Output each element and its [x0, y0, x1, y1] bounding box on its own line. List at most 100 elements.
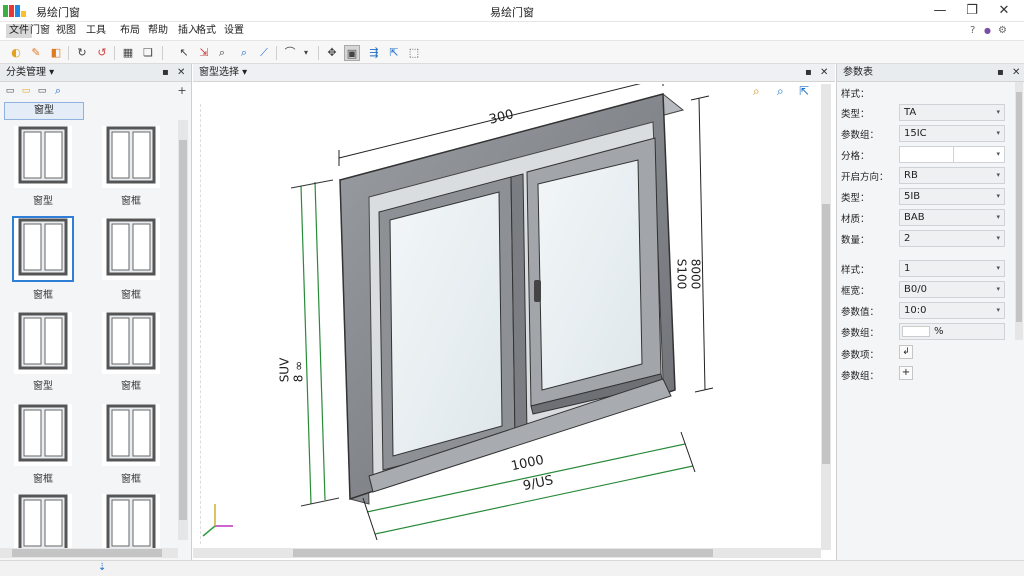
menu-format[interactable]: 设置 — [224, 24, 244, 38]
panel-close-icon[interactable]: ✕ — [177, 64, 185, 82]
parameter-panel: 参数表 ▪ ✕ 样式： 类型： TA ▾ 参数组： 15IC ▾ 分格： ▾ 开启方… — [836, 64, 1024, 560]
param-return-button[interactable]: ↲ — [899, 345, 913, 359]
param-label: 参数组： — [841, 130, 880, 141]
settings-icon[interactable]: ⚙ — [998, 24, 1007, 38]
panel-close-icon[interactable]: ✕ — [1012, 64, 1020, 82]
menu-layout[interactable]: 帮助 — [148, 24, 168, 38]
window-thumb[interactable] — [14, 404, 72, 466]
select-icon[interactable]: ⇲ — [196, 45, 212, 61]
param-label: 材质： — [841, 214, 870, 225]
help-icon[interactable]: ? — [970, 24, 975, 38]
pin-icon[interactable]: ▪ — [162, 64, 169, 82]
thumb-label: 窗框 — [121, 474, 141, 485]
measure-alt-icon[interactable]: ⇱ — [386, 45, 402, 61]
arc-icon[interactable]: ⌒ — [282, 45, 298, 61]
menu-doorwindow[interactable]: 视图 — [56, 24, 76, 38]
param-type-select[interactable]: TA ▾ — [899, 104, 1005, 121]
window-thumb[interactable] — [102, 312, 160, 374]
minimize-button[interactable]: — — [929, 2, 951, 20]
close-button[interactable]: ✕ — [993, 2, 1015, 20]
category-toolbar: ▭ ▭ ▭ ⌕ + — [0, 82, 192, 100]
export-icon[interactable]: ⬚ — [406, 45, 422, 61]
param-label: 框宽： — [841, 286, 870, 297]
dropdown-arrow-icon[interactable]: ▾ — [298, 45, 314, 61]
window-thumb[interactable] — [14, 312, 72, 374]
window-title: 易绘门窗 — [490, 6, 534, 19]
param-label: 参数组： — [841, 328, 880, 339]
layers-icon[interactable]: ❏ — [140, 45, 156, 61]
param-material-select[interactable]: BAB ▾ — [899, 209, 1005, 226]
grid-icon[interactable]: ▦ — [120, 45, 136, 61]
param-add-button[interactable]: + — [899, 366, 913, 380]
window-thumb[interactable] — [14, 126, 72, 188]
pin-icon[interactable]: ▪ — [805, 64, 812, 82]
search-icon[interactable]: ⌕ — [236, 45, 252, 61]
window-3d-drawing[interactable] — [193, 84, 813, 554]
frame-icon[interactable]: ▣ — [344, 45, 360, 61]
param-label: 参数值： — [841, 307, 880, 318]
rotate-icon[interactable]: ↻ — [74, 45, 90, 61]
menu-help[interactable]: 插入 — [178, 24, 198, 38]
status-indicator-icon: ⇣ — [98, 562, 107, 573]
thumb-label: 窗框 — [33, 474, 53, 485]
param-split-field[interactable]: ▾ — [899, 146, 1005, 163]
rotate-alt-icon[interactable]: ↺ — [94, 45, 110, 61]
param-label: 开启方向： — [841, 172, 889, 183]
menu-tools[interactable]: 布局 — [120, 24, 140, 38]
pencil-icon[interactable]: ✎ — [28, 45, 44, 61]
zoom-icon[interactable]: ⌕ — [214, 45, 230, 61]
menu-file[interactable]: 文件 — [6, 24, 32, 38]
param-label: 分格： — [841, 151, 870, 162]
param-label: 数量： — [841, 235, 870, 246]
copy-icon[interactable]: ▭ — [34, 83, 50, 99]
parameter-panel-title: 参数表 — [843, 67, 873, 78]
window-thumb-selected[interactable] — [12, 216, 74, 282]
thumb-label: 窗框 — [121, 290, 141, 301]
measure-icon[interactable]: ⟋ — [256, 45, 272, 61]
side-ruler — [193, 104, 201, 544]
window-thumb[interactable] — [102, 218, 160, 280]
thumb-label: 窗框 — [121, 381, 141, 392]
param-style-select[interactable]: 1 ▾ — [899, 260, 1005, 277]
param-opening-select[interactable]: RB ▾ — [899, 167, 1005, 184]
panel-close-icon[interactable]: ✕ — [820, 64, 828, 82]
param-label: 类型： — [841, 109, 870, 120]
paint-icon[interactable]: ◧ — [48, 45, 64, 61]
new-folder-icon[interactable]: ▭ — [2, 83, 18, 99]
thumb-label: 窗框 — [121, 196, 141, 207]
window-thumb[interactable] — [102, 494, 160, 548]
app-name-left: 易绘门窗 — [36, 6, 80, 19]
param-count-select[interactable]: 2 ▾ — [899, 230, 1005, 247]
param-color-field[interactable]: % — [899, 323, 1005, 340]
category-scrollbar[interactable] — [178, 120, 188, 540]
thumb-label: 窗型 — [33, 381, 53, 392]
menu-insert[interactable]: 格式 — [196, 24, 216, 38]
param-value-select[interactable]: 10:0 ▾ — [899, 302, 1005, 319]
window-thumb[interactable] — [102, 404, 160, 466]
viewport-scrollbar[interactable] — [821, 84, 831, 550]
param-group-select[interactable]: 15IC ▾ — [899, 125, 1005, 142]
param-frame-width-select[interactable]: B0/0 ▾ — [899, 281, 1005, 298]
category-hscrollbar[interactable] — [0, 548, 178, 558]
pin-icon[interactable]: ▪ — [997, 64, 1004, 82]
find-icon[interactable]: ⌕ — [50, 83, 66, 99]
title-bar: 易绘门窗 易绘门窗 — ❐ ✕ — [0, 0, 1024, 22]
plus-icon[interactable]: + — [174, 83, 190, 99]
param-type2-select[interactable]: 5IB ▾ — [899, 188, 1005, 205]
category-button[interactable]: 窗型 — [4, 102, 84, 120]
viewport-hscrollbar[interactable] — [193, 548, 821, 558]
snap-icon[interactable]: ⇶ — [366, 45, 382, 61]
thumb-label: 窗型 — [33, 196, 53, 207]
dim-left-label: SUV 8 ∞ — [277, 357, 306, 383]
maximize-button[interactable]: ❐ — [961, 2, 983, 20]
pointer-icon[interactable]: ↖ — [176, 45, 192, 61]
menu-view[interactable]: 工具 — [86, 24, 106, 38]
parameter-scrollbar[interactable] — [1015, 82, 1023, 340]
window-thumb[interactable] — [102, 126, 160, 188]
move-icon[interactable]: ✥ — [324, 45, 340, 61]
window-thumb[interactable] — [14, 494, 72, 548]
status-dot-icon: ● — [984, 26, 991, 35]
menu-window[interactable]: 门窗 — [30, 24, 50, 38]
open-icon[interactable]: ◐ — [8, 45, 24, 61]
add-icon[interactable]: ▭ — [18, 83, 34, 99]
